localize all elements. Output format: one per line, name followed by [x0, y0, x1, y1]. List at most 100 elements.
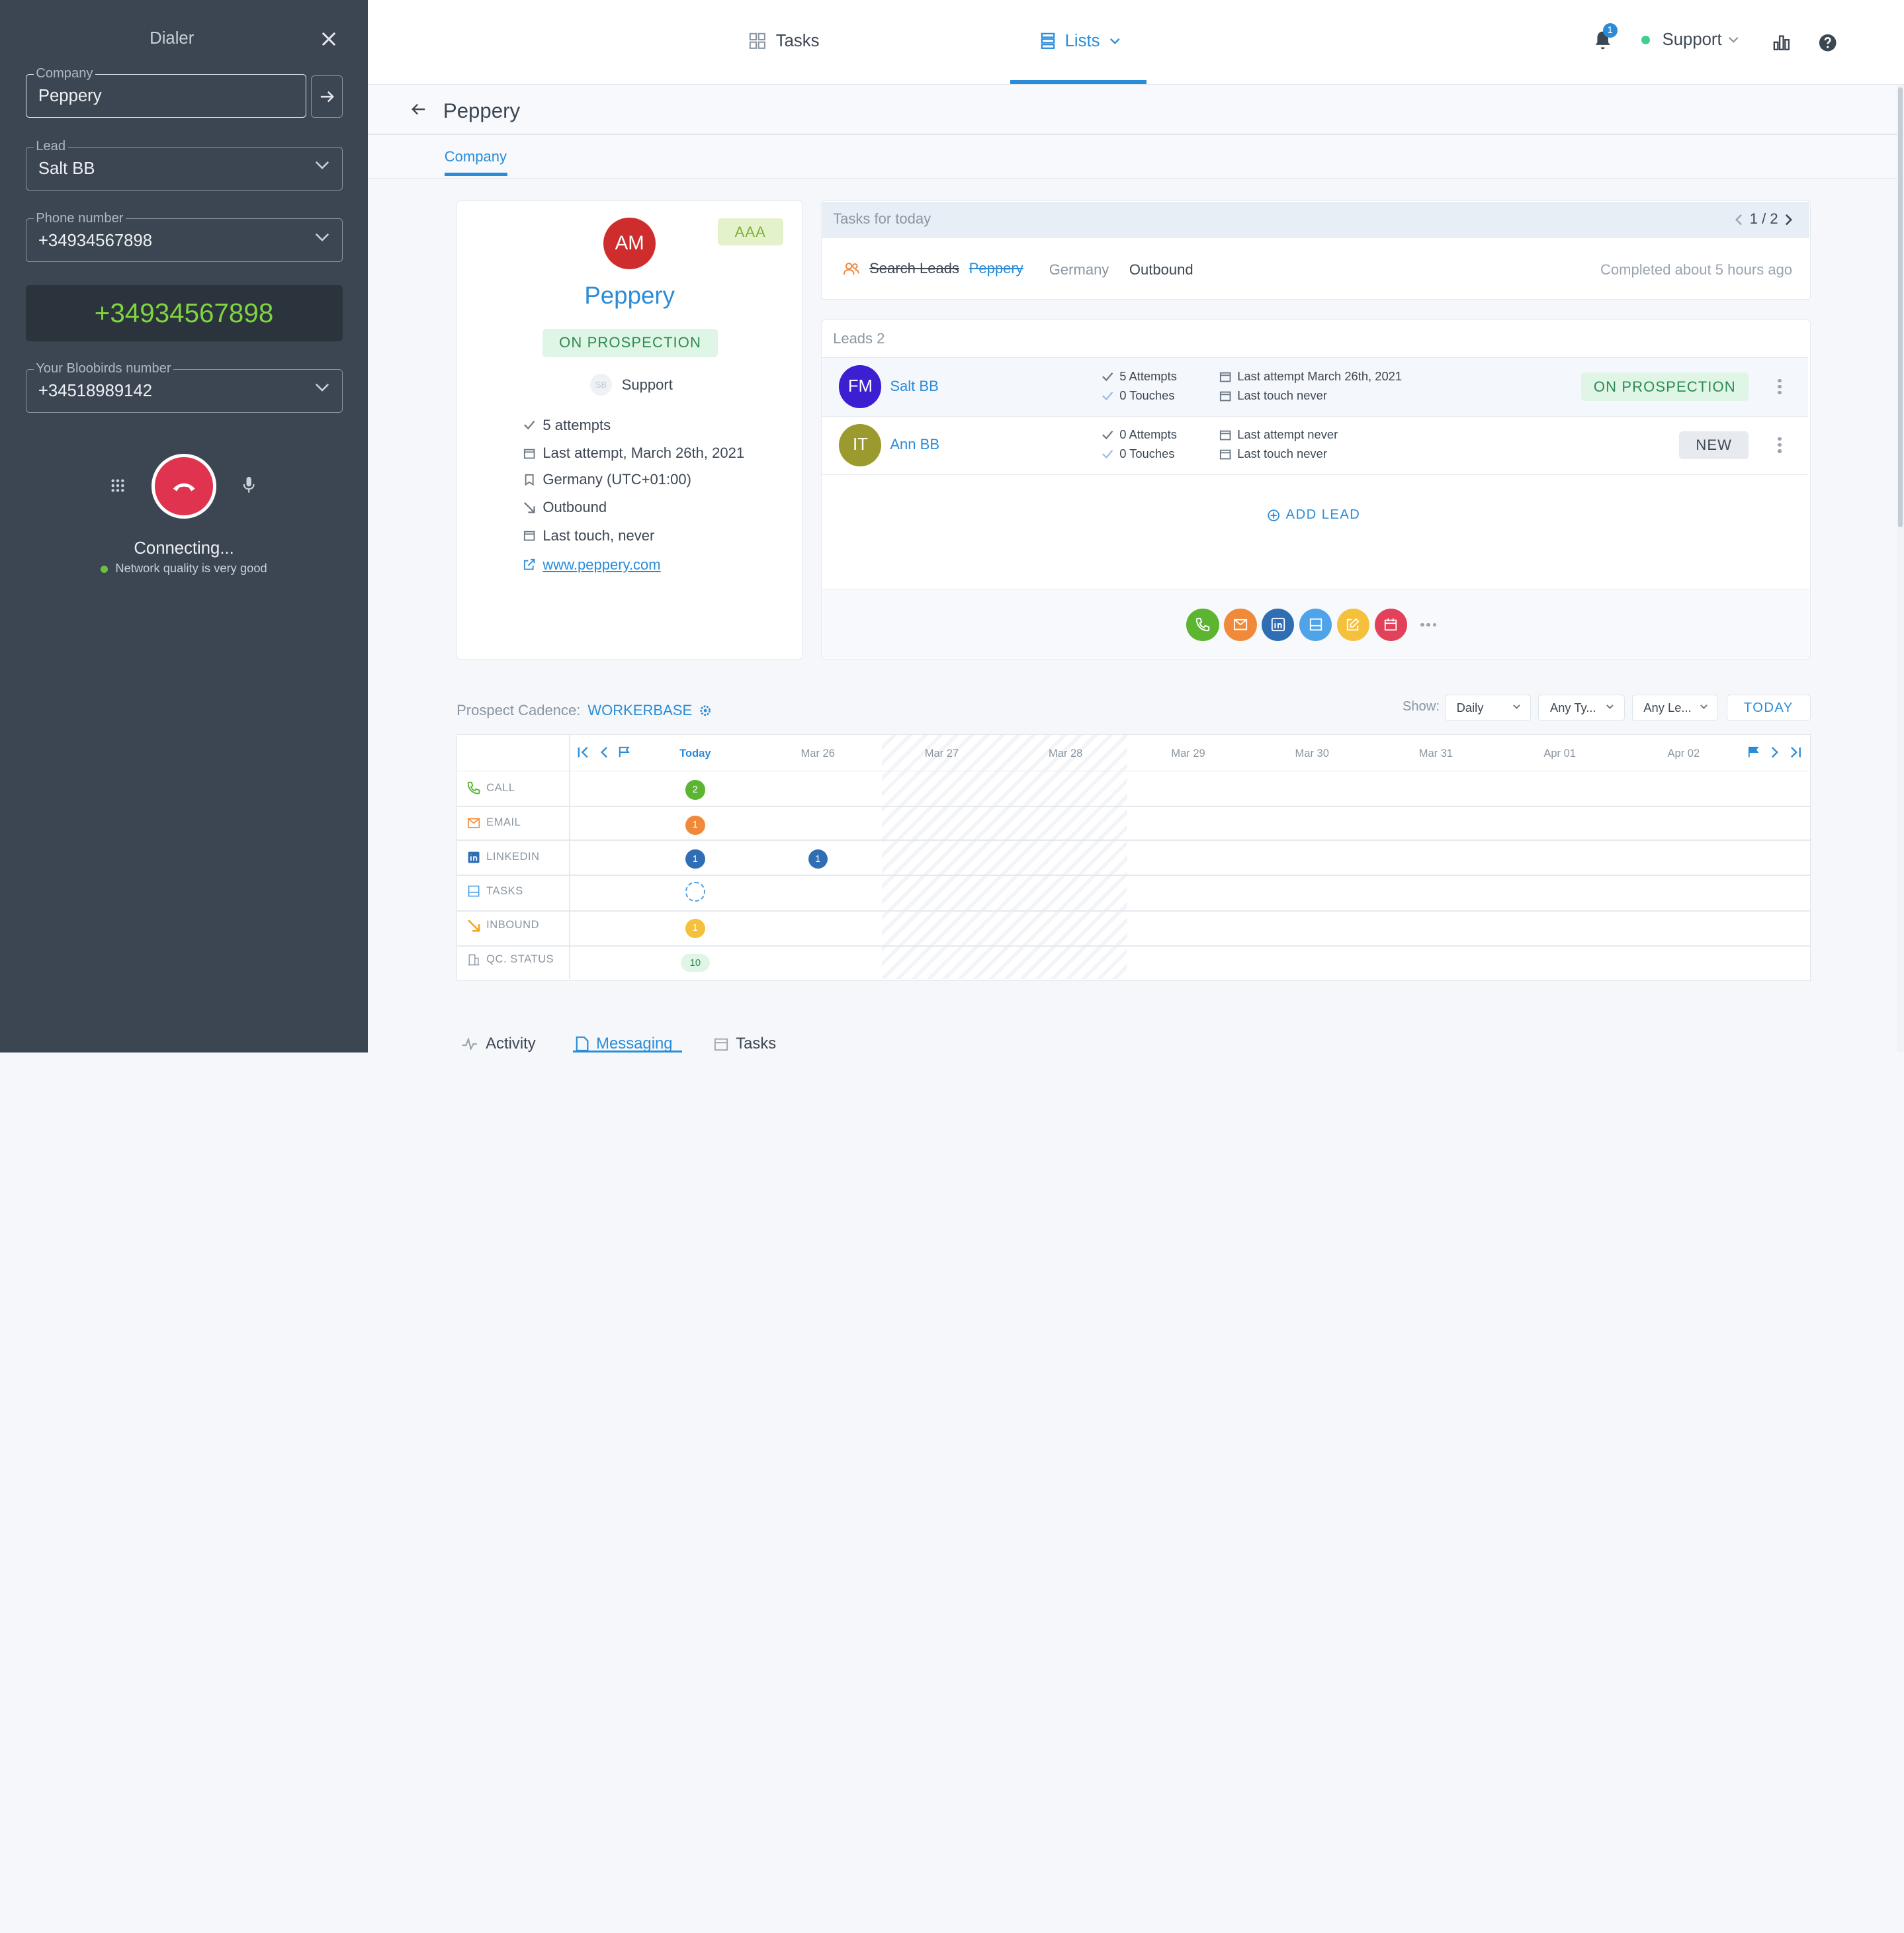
status-badge[interactable]: ON PROSPECTION: [542, 329, 718, 357]
flag-icon[interactable]: [619, 746, 630, 758]
period-select[interactable]: Daily: [1445, 694, 1532, 722]
call-status: Connecting...: [134, 538, 234, 558]
tab-company[interactable]: Company: [445, 148, 507, 165]
nav-active-underline: [1010, 80, 1147, 84]
today-button[interactable]: TODAY: [1726, 694, 1811, 722]
period-value: Daily: [1456, 701, 1484, 715]
company-name[interactable]: Peppery: [456, 282, 802, 310]
calendar-icon: [1219, 430, 1231, 441]
lead-name[interactable]: Ann BB: [890, 436, 939, 453]
last-touch-text: Last touch, never: [542, 527, 655, 544]
chevron-right-icon[interactable]: [1771, 746, 1780, 758]
more-horizontal-icon[interactable]: [1412, 609, 1445, 642]
activity-count[interactable]: 1: [808, 849, 828, 869]
task-button[interactable]: [1299, 608, 1332, 642]
tab-activity-label: Activity: [486, 1034, 536, 1052]
lead-status-badge[interactable]: NEW: [1679, 431, 1749, 459]
phone-select[interactable]: Phone number +34934567898: [25, 210, 343, 263]
go-company-button[interactable]: [310, 75, 343, 118]
info-website[interactable]: www.peppery.com: [523, 556, 661, 574]
more-vertical-icon[interactable]: [1778, 435, 1782, 455]
bloobirds-number-select[interactable]: Your Bloobirds number +34518989142: [25, 361, 343, 413]
status-count[interactable]: 10: [680, 953, 710, 972]
phone-hangup-icon: [173, 483, 195, 492]
owner[interactable]: SB Support: [590, 374, 673, 396]
lead-row[interactable]: FM Salt BB 5 Attempts 0 Touches Last att…: [822, 358, 1808, 417]
user-menu[interactable]: Support: [1641, 30, 1739, 50]
nav-tasks[interactable]: Tasks: [749, 32, 819, 51]
type-value: Any Ty...: [1549, 701, 1596, 715]
notifications-button[interactable]: 1: [1593, 22, 1618, 51]
task-company[interactable]: Peppery: [969, 260, 1023, 277]
bar-chart-icon[interactable]: [1773, 34, 1790, 51]
tab-activity[interactable]: Activity: [461, 1034, 536, 1053]
column-header: Apr 01: [1543, 747, 1576, 759]
row-label-status: QC. STATUS: [467, 953, 554, 966]
back-arrow-icon[interactable]: [411, 103, 426, 115]
activity-count[interactable]: 1: [685, 849, 705, 869]
help-icon[interactable]: [1818, 33, 1837, 52]
task-item[interactable]: Search Leads Peppery: [843, 260, 1023, 277]
divider: [457, 805, 1811, 807]
company-label: Company: [33, 66, 96, 81]
country-text: Germany (UTC+01:00): [542, 471, 691, 488]
empty-task-slot[interactable]: [685, 882, 705, 902]
row-label-text: INBOUND: [486, 919, 540, 931]
actions-row: [1186, 608, 1445, 642]
plus-circle-icon: [1268, 509, 1280, 521]
add-lead-button[interactable]: ADD LEAD: [1268, 507, 1360, 523]
tasks-today-title: Tasks for today: [833, 210, 931, 227]
attempts-text: 5 attempts: [542, 416, 611, 433]
microphone-icon[interactable]: [243, 476, 255, 494]
first-page-icon[interactable]: [578, 746, 589, 758]
email-button[interactable]: [1224, 608, 1257, 642]
inbound-arrow-icon: [467, 919, 480, 932]
cadence-name-link[interactable]: WORKERBASE: [587, 702, 711, 719]
website-link[interactable]: www.peppery.com: [542, 556, 660, 574]
cadence-name: WORKERBASE: [587, 701, 693, 718]
lead-row[interactable]: IT Ann BB 0 Attempts 0 Touches Last atte…: [822, 417, 1808, 475]
chevron-down-icon: [1700, 704, 1708, 709]
lead-filter-select[interactable]: Any Le...: [1631, 694, 1719, 722]
scrollbar-thumb[interactable]: [1897, 87, 1903, 527]
edit-icon: [1347, 618, 1360, 631]
linkedin-button[interactable]: [1261, 608, 1295, 642]
chevron-down-icon: [316, 161, 329, 170]
chevron-left-icon[interactable]: [1734, 214, 1743, 226]
type-select[interactable]: Any Ty...: [1538, 694, 1625, 722]
note-button[interactable]: [1336, 608, 1370, 642]
last-page-icon[interactable]: [1790, 746, 1801, 758]
keypad-icon[interactable]: [110, 478, 125, 493]
lead-name[interactable]: Salt BB: [890, 378, 938, 395]
nav-lists-label: Lists: [1064, 31, 1100, 50]
lead-last-touch: Last touch never: [1219, 447, 1327, 461]
company-field[interactable]: Company Peppery: [25, 66, 306, 118]
chevron-right-icon[interactable]: [1785, 214, 1794, 226]
divider: [457, 770, 1811, 772]
more-vertical-icon[interactable]: [1778, 376, 1782, 397]
outbound-arrow-icon: [524, 502, 535, 513]
info-country: Germany (UTC+01:00): [523, 471, 691, 488]
activity-count[interactable]: 2: [685, 780, 705, 800]
add-lead-label: ADD LEAD: [1285, 507, 1361, 523]
lead-status-badge[interactable]: ON PROSPECTION: [1580, 372, 1749, 401]
top-header: Tasks Lists 1 Support: [368, 0, 1904, 85]
row-label-tasks: TASKS: [467, 884, 523, 898]
lead-last-touch: Last touch never: [1219, 388, 1327, 403]
direction-text: Outbound: [542, 499, 607, 516]
grid-icon: [750, 33, 766, 50]
activity-count[interactable]: 1: [685, 918, 705, 938]
call-button[interactable]: [1186, 608, 1219, 642]
info-last-attempt: Last attempt, March 26th, 2021: [523, 445, 744, 462]
nav-lists[interactable]: Lists: [1041, 32, 1121, 51]
close-icon[interactable]: [318, 28, 340, 50]
flag-icon[interactable]: [1748, 746, 1759, 758]
activity-count[interactable]: 1: [685, 815, 705, 835]
meeting-button[interactable]: [1374, 608, 1408, 642]
phone-icon: [467, 781, 480, 795]
tab-tasks[interactable]: Tasks: [714, 1035, 776, 1053]
chevron-left-icon[interactable]: [599, 746, 608, 758]
hang-up-button[interactable]: [151, 454, 216, 519]
lead-select[interactable]: Lead Salt BB: [25, 139, 343, 191]
row-label-text: LINKEDIN: [486, 851, 540, 863]
